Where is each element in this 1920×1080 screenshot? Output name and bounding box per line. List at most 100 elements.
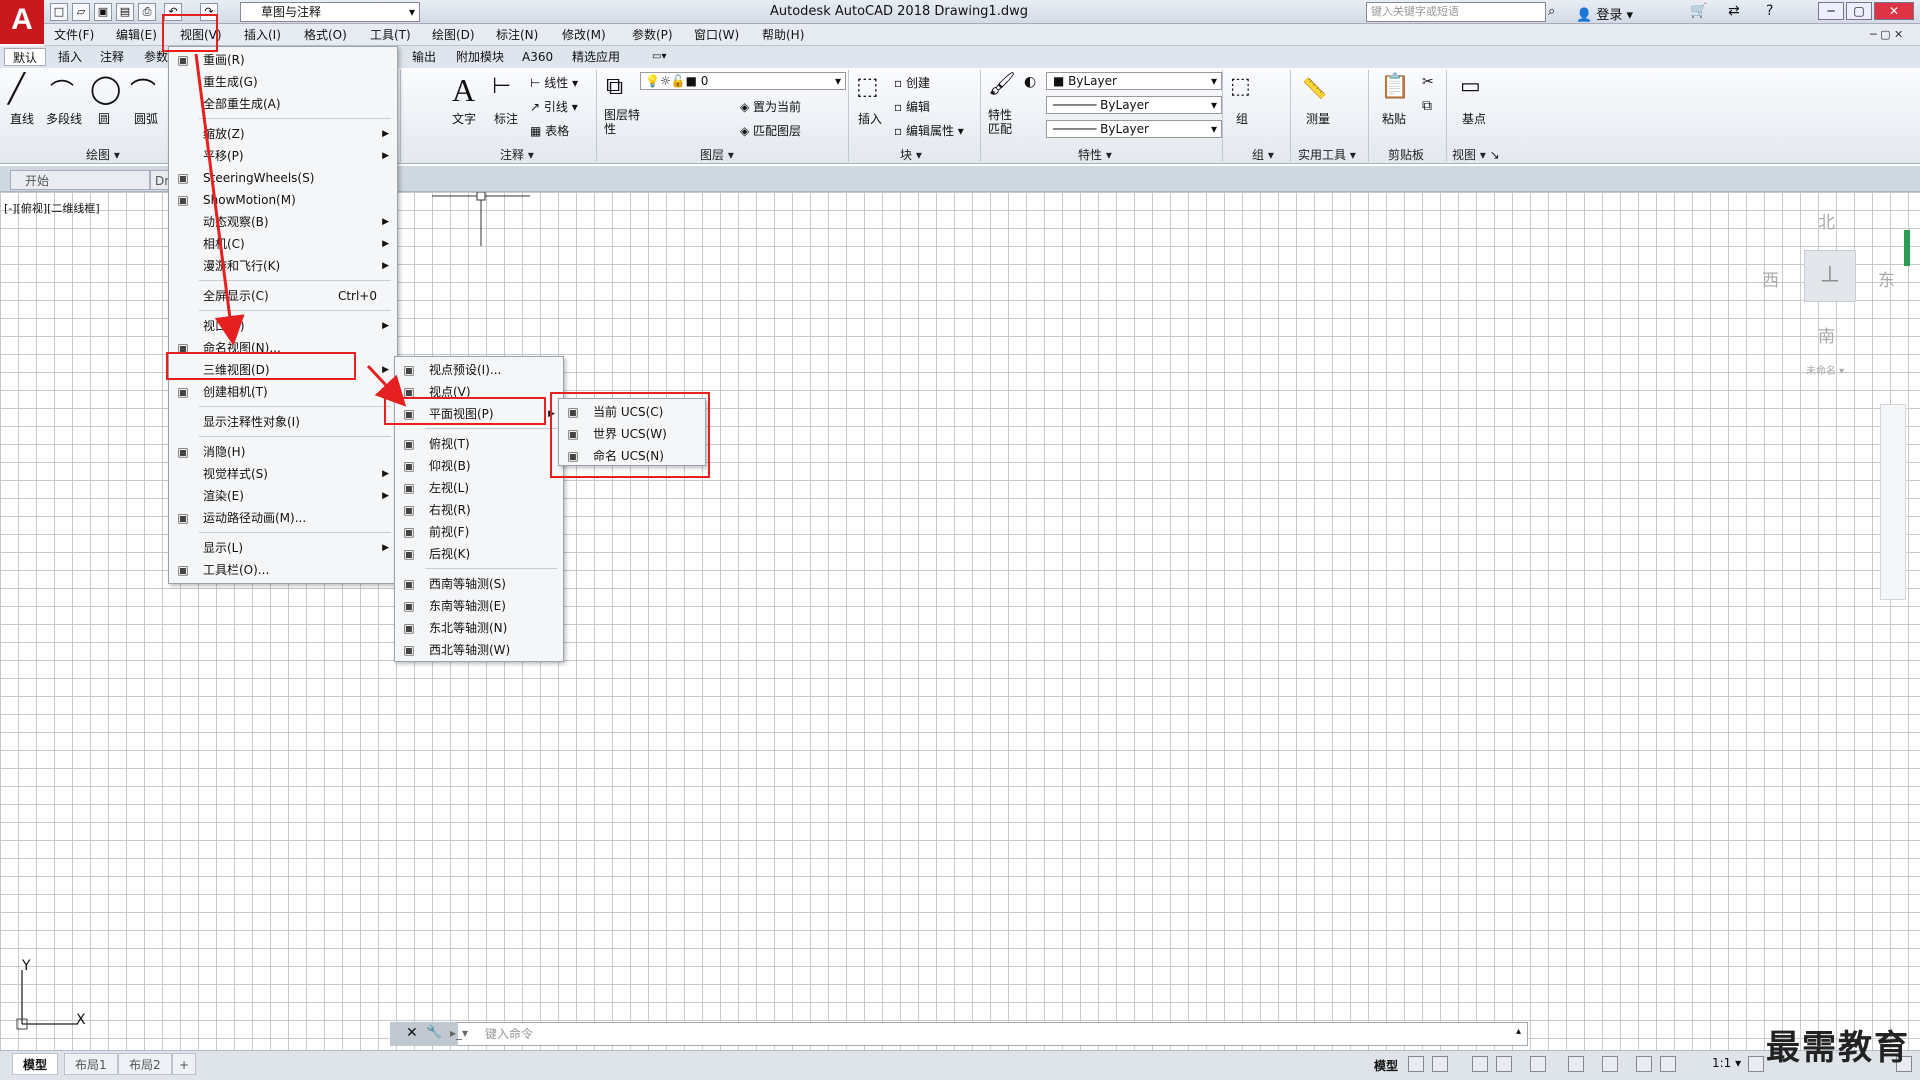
view-menu-item[interactable]: ▣ 工具栏(O)... — [169, 559, 397, 581]
ribbon-options-icon[interactable]: ▭▾ — [652, 48, 666, 66]
tab-a360[interactable]: A360 — [522, 48, 553, 66]
exchange-icon[interactable]: ⇄ — [1728, 3, 1740, 19]
text-icon[interactable]: A — [452, 72, 475, 109]
view-menu-item[interactable]: 显示(L) ▶ — [169, 537, 397, 559]
tab-addins[interactable]: 附加模块 — [456, 48, 504, 66]
3d-view-item[interactable]: ▣ 视点预设(I)... — [395, 359, 563, 381]
menu-dimension[interactable]: 标注(N) — [492, 26, 542, 44]
utilities-panel-title[interactable]: 实用工具 ▾ — [1298, 146, 1356, 164]
annotation-panel-title[interactable]: 注释 ▾ — [500, 146, 534, 164]
edit-block-button[interactable]: ▫ 编辑 — [894, 98, 930, 115]
dimension-icon[interactable]: ⊢ — [492, 74, 511, 99]
menu-modify[interactable]: 修改(M) — [558, 26, 610, 44]
polar-icon[interactable] — [1496, 1056, 1512, 1072]
circle-icon[interactable]: ◯ — [90, 72, 121, 105]
base-point-icon[interactable]: ▭ — [1460, 74, 1481, 99]
linetype-select[interactable]: ────── ByLayer ▾ — [1046, 96, 1222, 114]
view-menu-item[interactable]: ▣ ShowMotion(M) — [169, 189, 397, 211]
group-icon[interactable]: ⬚ — [1230, 74, 1251, 99]
lineweight-icon[interactable] — [1602, 1056, 1618, 1072]
menu-insert[interactable]: 插入(I) — [240, 26, 285, 44]
view-menu-item[interactable]: 渲染(E) ▶ — [169, 485, 397, 507]
ucs-menu[interactable]: 未命名 ▾ — [1806, 362, 1844, 377]
wrench-icon[interactable]: 🔧 — [426, 1025, 442, 1040]
binoculars-icon[interactable]: ⌕ — [1548, 4, 1555, 19]
help-icon[interactable]: ? — [1766, 3, 1773, 19]
group-panel-title[interactable]: 组 ▾ — [1252, 146, 1274, 164]
cart-icon[interactable]: 🛒 — [1690, 3, 1707, 19]
compass-north[interactable]: 北 — [1818, 208, 1835, 233]
add-layout-icon[interactable]: + — [172, 1053, 197, 1075]
3d-view-item[interactable]: ▣ 左视(L) — [395, 477, 563, 499]
3d-view-item[interactable]: ▣ 俯视(T) — [395, 433, 563, 455]
3d-view-item[interactable]: ▣ 后视(K) — [395, 543, 563, 565]
maximize-button[interactable]: ▢ — [1846, 2, 1872, 20]
navigation-bar[interactable] — [1880, 404, 1906, 600]
new-icon[interactable]: □ — [50, 3, 68, 21]
table-button[interactable]: ▦ 表格 — [530, 122, 569, 139]
close-button[interactable]: ✕ — [1874, 2, 1914, 20]
search-input[interactable]: 键入关键字或短语 — [1366, 2, 1546, 22]
polyline-icon[interactable]: ⌒ — [50, 72, 74, 107]
osnap-icon[interactable] — [1530, 1056, 1546, 1072]
workspace-gear-icon[interactable] — [1748, 1056, 1764, 1072]
edit-attributes-button[interactable]: ▫ 编辑属性 ▾ — [894, 122, 964, 139]
measure-icon[interactable]: 📏 — [1302, 76, 1327, 100]
3d-view-item[interactable]: ▣ 东南等轴测(E) — [395, 595, 563, 617]
copy-icon[interactable]: ⧉ — [1422, 98, 1432, 114]
3d-view-item[interactable]: ▣ 西北等轴测(W) — [395, 639, 563, 661]
annotation-visibility-icon[interactable] — [1636, 1056, 1652, 1072]
match-properties-icon[interactable]: 🖌 — [988, 72, 1016, 97]
arc-icon[interactable]: ⌒ — [130, 72, 156, 109]
view-menu-item[interactable]: 重生成(G) — [169, 71, 397, 93]
layer-panel-title[interactable]: 图层 ▾ — [700, 146, 734, 164]
menu-format[interactable]: 格式(O) — [300, 26, 351, 44]
ortho-icon[interactable] — [1472, 1056, 1488, 1072]
annotation-scale[interactable]: 1:1 ▾ — [1712, 1056, 1741, 1070]
autocad-logo-icon[interactable]: A — [0, 0, 44, 44]
view-menu-item[interactable]: ▣ 重画(R) — [169, 49, 397, 71]
clipboard-panel-title[interactable]: 剪贴板 — [1388, 146, 1424, 164]
command-prompt-icon[interactable]: ▸_▾ — [450, 1026, 468, 1040]
view-menu-item[interactable]: 全屏显示(C) Ctrl+0 — [169, 285, 397, 307]
color-wheel-icon[interactable]: ◐ — [1024, 74, 1036, 90]
paste-icon[interactable]: 📋 — [1380, 72, 1410, 100]
3d-view-item[interactable]: ▣ 西南等轴测(S) — [395, 573, 563, 595]
compass-south[interactable]: 南 — [1818, 322, 1835, 347]
autoscale-icon[interactable] — [1660, 1056, 1676, 1072]
snap-icon[interactable] — [1432, 1056, 1448, 1072]
view-menu-item[interactable]: 视口(V) ▶ — [169, 315, 397, 337]
color-select[interactable]: ■ ByLayer ▾ — [1046, 72, 1222, 90]
tab-insert[interactable]: 插入 — [58, 48, 82, 66]
view-menu-item[interactable]: 视觉样式(S) ▶ — [169, 463, 397, 485]
view-menu-item[interactable]: ▣ SteeringWheels(S) — [169, 167, 397, 189]
3d-view-item[interactable]: ▣ 前视(F) — [395, 521, 563, 543]
cut-icon[interactable]: ✂ — [1422, 74, 1434, 90]
tab-annotate[interactable]: 注释 — [100, 48, 124, 66]
otrack-icon[interactable] — [1568, 1056, 1584, 1072]
block-panel-title[interactable]: 块 ▾ — [900, 146, 922, 164]
workspace-select[interactable]: 草图与注释 ▾ — [240, 2, 420, 22]
lineweight-select[interactable]: ────── ByLayer ▾ — [1046, 120, 1222, 138]
layer-properties-icon[interactable]: ⧉ — [606, 72, 623, 100]
view-panel-title[interactable]: 视图 ▾ ↘ — [1452, 146, 1500, 164]
insert-block-icon[interactable]: ⬚ — [856, 72, 879, 100]
compass-west[interactable]: 西 — [1762, 266, 1779, 291]
print-icon[interactable]: ⎙ — [138, 3, 156, 21]
3d-view-item[interactable]: ▣ 仰视(B) — [395, 455, 563, 477]
view-menu-item[interactable]: ▣ 消隐(H) — [169, 441, 397, 463]
view-menu-item[interactable]: 全部重生成(A) — [169, 93, 397, 115]
menu-help[interactable]: 帮助(H) — [758, 26, 808, 44]
save-icon[interactable]: ▣ — [94, 3, 112, 21]
tab-output[interactable]: 输出 — [412, 48, 436, 66]
layer-select[interactable]: 💡☼🔓■ 0 ▾ — [640, 72, 846, 90]
match-layer-button[interactable]: ◈ 匹配图层 — [740, 122, 801, 139]
tab-start[interactable]: 开始 — [10, 170, 150, 190]
model-space-toggle[interactable]: 模型 — [1374, 1057, 1398, 1074]
compass-east[interactable]: 东 — [1878, 266, 1895, 291]
view-menu-item[interactable]: ▣ 创建相机(T) — [169, 381, 397, 403]
command-input[interactable]: 键入命令 — [390, 1022, 1528, 1046]
login-button[interactable]: 👤 登录 ▾ — [1576, 4, 1633, 23]
menu-file[interactable]: 文件(F) — [50, 26, 98, 44]
create-block-button[interactable]: ▫ 创建 — [894, 74, 930, 91]
